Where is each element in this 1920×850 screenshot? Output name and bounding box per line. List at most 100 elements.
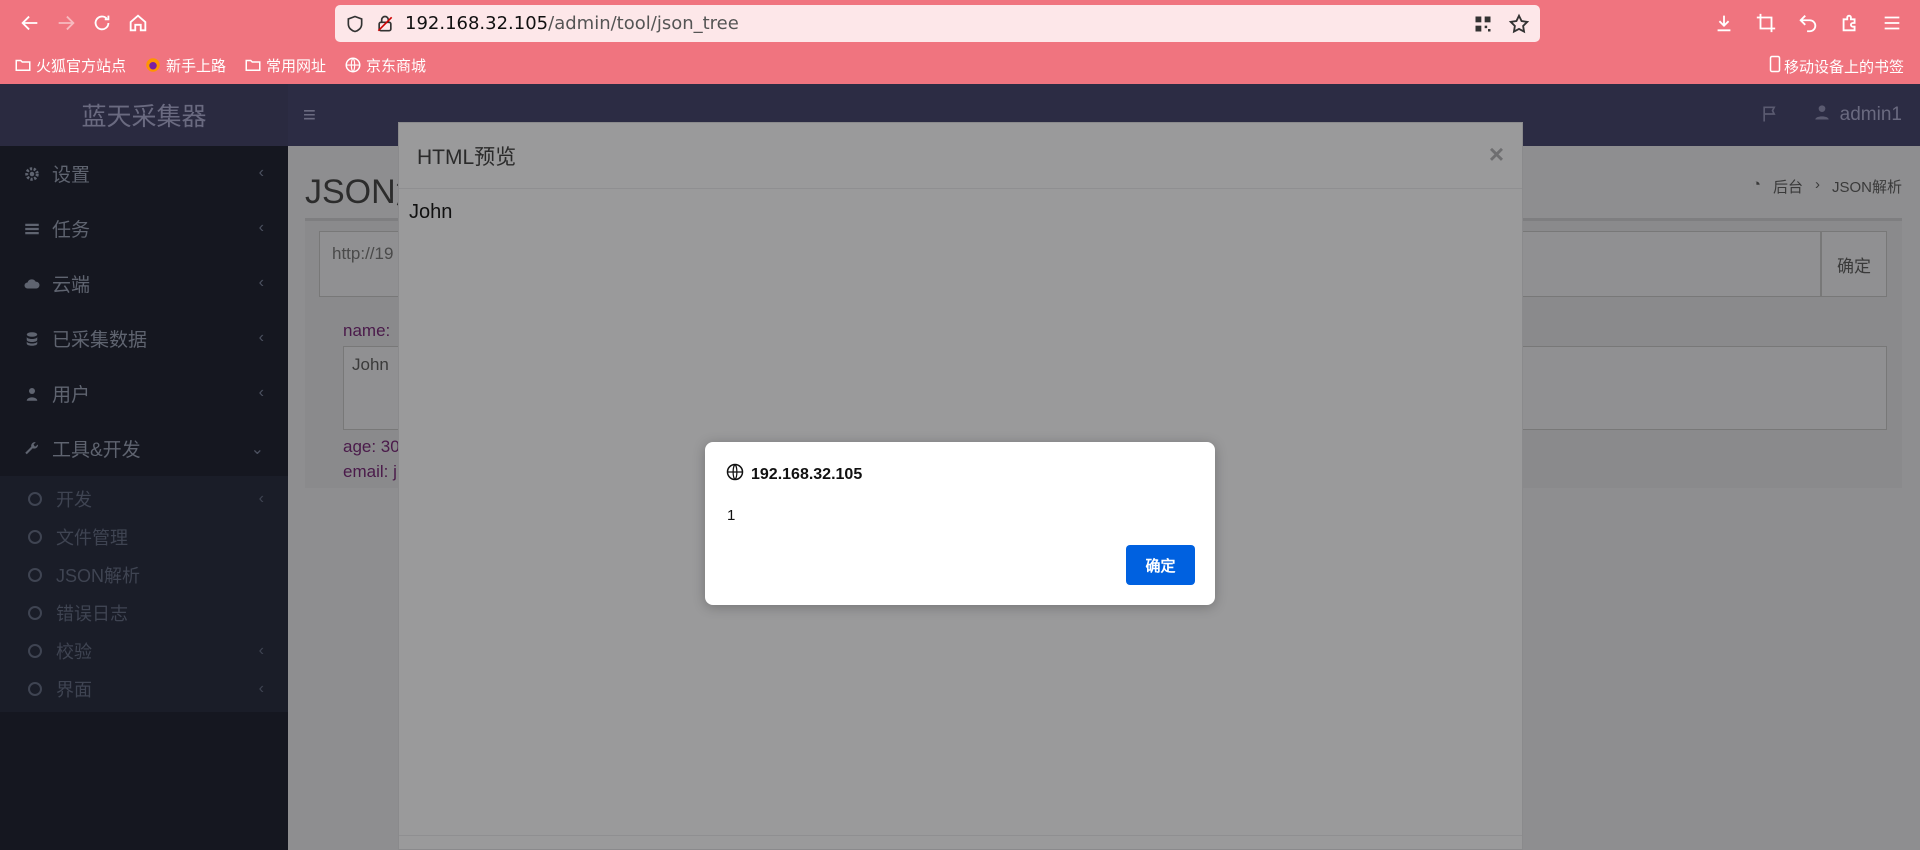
bookmark-firefox-site[interactable]: 火狐官方站点 [14, 55, 126, 76]
submenu-item-label: 文件管理 [56, 528, 128, 548]
insecure-lock-icon[interactable] [375, 14, 395, 34]
sidebar: 设置 ‹ 任务 ‹ 云端 ‹ 已采集数据 ‹ 用户 ‹ 工具&开发 ⌄ 开发 ‹… [0, 146, 288, 850]
extensions-button[interactable] [1832, 5, 1868, 41]
bookmark-star-icon[interactable] [1508, 13, 1530, 35]
alert-origin: 192.168.32.105 [725, 462, 862, 487]
downloads-button[interactable] [1706, 5, 1742, 41]
submenu-item-errors[interactable]: 错误日志 [0, 594, 288, 632]
submenu-item-label: 错误日志 [56, 604, 128, 624]
sidebar-item-label: 用户 [52, 385, 91, 406]
phone-icon [1766, 55, 1784, 77]
home-button[interactable] [120, 5, 156, 41]
submenu-item-label: JSON解析 [56, 566, 141, 586]
circle-icon [28, 492, 42, 506]
circle-icon [28, 606, 42, 620]
user-icon [22, 384, 42, 404]
globe-icon [344, 56, 362, 74]
sidebar-item-label: 云端 [52, 275, 91, 296]
bookmark-label: 新手上路 [166, 57, 227, 75]
cloud-icon [22, 274, 42, 294]
undo-arrow-icon [1799, 15, 1817, 33]
forward-button[interactable] [48, 5, 84, 41]
breadcrumb-separator: › [1814, 176, 1820, 193]
chevron-down-icon: ⌄ [250, 441, 264, 458]
bookmarks-toolbar: 火狐官方站点 新手上路 常用网址 京东商城 移动设备上的书签 [0, 46, 1920, 84]
bookmark-jd-mall[interactable]: 京东商城 [344, 55, 426, 76]
url-path: /admin/tool/json_tree [548, 13, 739, 34]
sidebar-item-tasks[interactable]: 任务 ‹ [0, 201, 288, 256]
chevron-left-icon: ‹ [258, 274, 264, 291]
submenu-item-dev[interactable]: 开发 ‹ [0, 480, 288, 518]
sidebar-toggle-icon[interactable]: ≡ [303, 102, 316, 128]
bookmark-label: 常用网址 [266, 57, 327, 75]
chevron-left-icon: ‹ [258, 164, 264, 181]
alert-dialog: 192.168.32.105 1 确定 [705, 442, 1215, 605]
username: admin1 [1839, 104, 1902, 125]
user-icon [1812, 102, 1832, 128]
app-logo[interactable]: 蓝天采集器 [0, 84, 288, 146]
age-field-label: age: 30 [343, 437, 400, 456]
bookmark-common-sites[interactable]: 常用网址 [244, 55, 326, 76]
back-button[interactable] [12, 5, 48, 41]
chevron-left-icon: ‹ [258, 384, 264, 401]
undo-button[interactable] [1790, 5, 1826, 41]
chevron-left-icon: ‹ [258, 219, 264, 236]
flag-icon[interactable] [1760, 104, 1780, 127]
submenu-item-label: 界面 [56, 680, 92, 700]
folder-icon [244, 56, 262, 74]
user-menu[interactable]: admin1 [1812, 102, 1902, 128]
sidebar-item-cloud[interactable]: 云端 ‹ [0, 256, 288, 311]
sidebar-item-label: 任务 [52, 220, 91, 241]
submenu-item-files[interactable]: 文件管理 [0, 518, 288, 556]
browser-toolbar: 192.168.32.105/admin/tool/json_tree [0, 0, 1920, 46]
address-bar[interactable]: 192.168.32.105/admin/tool/json_tree [335, 5, 1540, 42]
breadcrumb-current: JSON解析 [1831, 179, 1902, 196]
reload-button[interactable] [84, 5, 120, 41]
qr-code-icon[interactable] [1472, 13, 1494, 35]
modal-title: HTML预览 [417, 145, 517, 169]
tasks-icon [22, 219, 42, 239]
menu-button[interactable] [1874, 5, 1910, 41]
sidebar-item-users[interactable]: 用户 ‹ [0, 366, 288, 421]
sidebar-item-collected-data[interactable]: 已采集数据 ‹ [0, 311, 288, 366]
gear-icon [22, 164, 42, 184]
sidebar-item-label: 设置 [52, 165, 91, 186]
email-field-label: email: j [343, 462, 397, 481]
sidebar-item-tools[interactable]: 工具&开发 ⌄ [0, 421, 288, 476]
breadcrumb-home[interactable]: 后台 [1773, 176, 1803, 197]
submenu-item-verify[interactable]: 校验 ‹ [0, 632, 288, 670]
close-icon[interactable]: × [1489, 139, 1504, 170]
url-host: 192.168.32.105 [405, 13, 549, 34]
download-icon [1717, 15, 1731, 32]
chevron-left-icon: ‹ [258, 490, 264, 507]
back-arrow-icon [21, 15, 38, 31]
bookmark-getting-started[interactable]: 新手上路 [144, 55, 226, 76]
dashboard-icon: ◔ [1751, 176, 1761, 193]
tools-submenu: 开发 ‹ 文件管理 JSON解析 错误日志 校验 ‹ 界面 ‹ [0, 476, 288, 712]
modal-body: John [409, 201, 453, 223]
globe-icon [725, 462, 745, 487]
shield-icon[interactable] [345, 14, 365, 34]
circle-icon [28, 644, 42, 658]
wrench-icon [22, 439, 42, 459]
mobile-bookmarks[interactable]: 移动设备上的书签 [1766, 55, 1904, 77]
folder-icon [14, 56, 32, 74]
firefox-logo-icon [144, 56, 162, 74]
confirm-button[interactable]: 确定 [1821, 231, 1887, 297]
alert-ok-button[interactable]: 确定 [1126, 545, 1195, 585]
alert-message: 1 [727, 507, 736, 524]
submenu-item-json[interactable]: JSON解析 [0, 556, 288, 594]
forward-arrow-icon [58, 15, 75, 31]
screenshot-button[interactable] [1748, 5, 1784, 41]
sidebar-item-settings[interactable]: 设置 ‹ [0, 146, 288, 201]
reload-icon [94, 15, 110, 31]
url-text: 192.168.32.105/admin/tool/json_tree [405, 13, 739, 34]
submenu-item-ui[interactable]: 界面 ‹ [0, 670, 288, 708]
circle-icon [28, 682, 42, 696]
circle-icon [28, 530, 42, 544]
database-icon [22, 329, 42, 349]
modal-header: HTML预览 × [399, 123, 1522, 189]
home-icon [129, 14, 147, 32]
alert-origin-text: 192.168.32.105 [751, 465, 863, 483]
hamburger-icon [1884, 16, 1900, 30]
